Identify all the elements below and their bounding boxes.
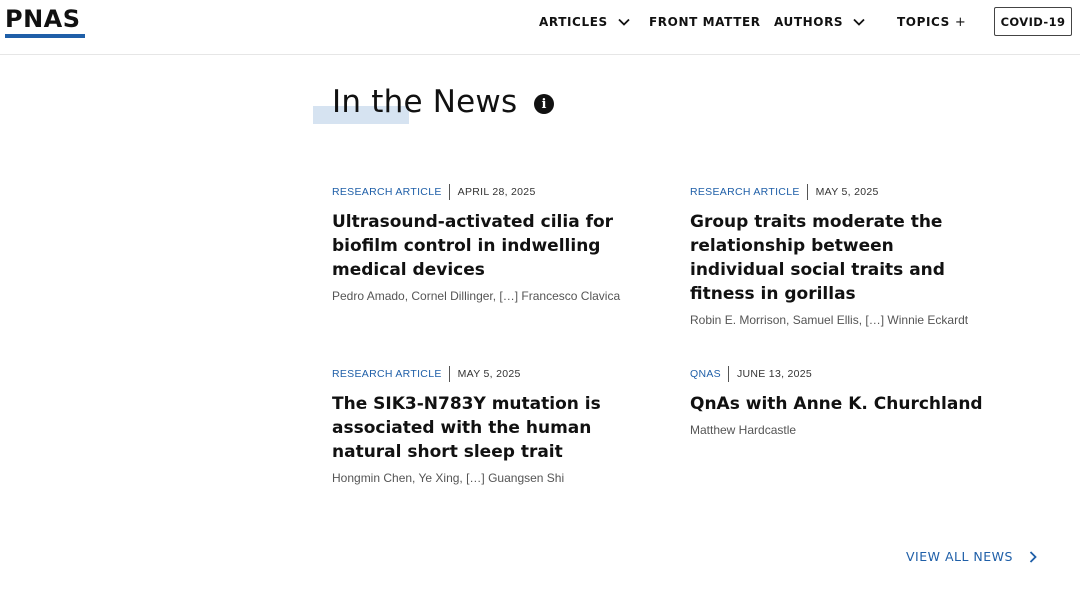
article-authors: Matthew Hardcastle xyxy=(690,423,797,437)
nav-articles[interactable]: ARTICLES xyxy=(539,14,630,30)
chevron-down-icon xyxy=(853,18,865,26)
logo-underline xyxy=(5,34,85,38)
info-glyph: i xyxy=(541,96,547,112)
article-title-link[interactable]: The SIK3-N783Y mutation is associated wi… xyxy=(332,392,647,464)
article-date: APRIL 28, 2025 xyxy=(457,186,536,198)
nav-topics-label: TOPICS xyxy=(897,15,950,29)
news-card: RESEARCH ARTICLE APRIL 28, 2025 Ultrasou… xyxy=(332,184,672,304)
chevron-down-icon xyxy=(618,18,630,26)
nav-articles-label: ARTICLES xyxy=(539,15,608,29)
article-type-link[interactable]: RESEARCH ARTICLE xyxy=(332,368,442,380)
article-title-link[interactable]: QnAs with Anne K. Churchland xyxy=(690,392,1030,416)
article-date: JUNE 13, 2025 xyxy=(736,368,813,380)
view-all-news-label: VIEW ALL NEWS xyxy=(906,549,1013,564)
section-title: In the News xyxy=(332,84,518,120)
meta-divider xyxy=(727,366,729,382)
nav-authors[interactable]: AUTHORS xyxy=(774,14,865,30)
meta-divider xyxy=(448,184,450,200)
article-date: MAY 5, 2025 xyxy=(815,186,879,198)
article-title-link[interactable]: Group traits moderate the relationship b… xyxy=(690,210,990,306)
covid-19-label: COVID-19 xyxy=(1000,14,1066,29)
article-authors: Robin E. Morrison, Samuel Ellis, […] Win… xyxy=(690,313,969,327)
top-navigation-bar: PNAS ARTICLES FRONT MATTER AUTHORS TOPIC… xyxy=(0,0,1080,55)
meta-divider xyxy=(806,184,808,200)
news-card: RESEARCH ARTICLE MAY 5, 2025 The SIK3-N7… xyxy=(332,366,672,486)
pnas-logo[interactable]: PNAS xyxy=(5,6,87,38)
article-title-link[interactable]: Ultrasound-activated cilia for biofilm c… xyxy=(332,210,672,282)
card-meta: RESEARCH ARTICLE MAY 5, 2025 xyxy=(332,366,672,382)
card-meta: RESEARCH ARTICLE MAY 5, 2025 xyxy=(690,184,1030,200)
view-all-news-link[interactable]: VIEW ALL NEWS xyxy=(906,549,1037,564)
logo-text: PNAS xyxy=(5,5,81,33)
meta-divider xyxy=(448,366,450,382)
nav-authors-label: AUTHORS xyxy=(774,15,844,29)
nav-front-matter[interactable]: FRONT MATTER xyxy=(649,14,761,30)
card-meta: RESEARCH ARTICLE APRIL 28, 2025 xyxy=(332,184,672,200)
news-card: RESEARCH ARTICLE MAY 5, 2025 Group trait… xyxy=(690,184,1030,328)
article-date: MAY 5, 2025 xyxy=(457,368,521,380)
nav-topics[interactable]: TOPICS + xyxy=(897,14,966,30)
covid-19-button[interactable]: COVID-19 xyxy=(994,7,1072,36)
card-meta: QNAS JUNE 13, 2025 xyxy=(690,366,1030,382)
article-authors: Hongmin Chen, Ye Xing, […] Guangsen Shi xyxy=(332,471,565,485)
nav-front-matter-label: FRONT MATTER xyxy=(649,15,761,29)
article-type-link[interactable]: QNAS xyxy=(690,368,721,380)
chevron-right-icon xyxy=(1029,550,1037,563)
article-authors: Pedro Amado, Cornel Dillinger, […] Franc… xyxy=(332,289,621,303)
info-icon[interactable]: i xyxy=(534,94,554,114)
article-type-link[interactable]: RESEARCH ARTICLE xyxy=(332,186,442,198)
article-type-link[interactable]: RESEARCH ARTICLE xyxy=(690,186,800,198)
news-card: QNAS JUNE 13, 2025 QnAs with Anne K. Chu… xyxy=(690,366,1030,438)
plus-icon: + xyxy=(954,14,967,30)
